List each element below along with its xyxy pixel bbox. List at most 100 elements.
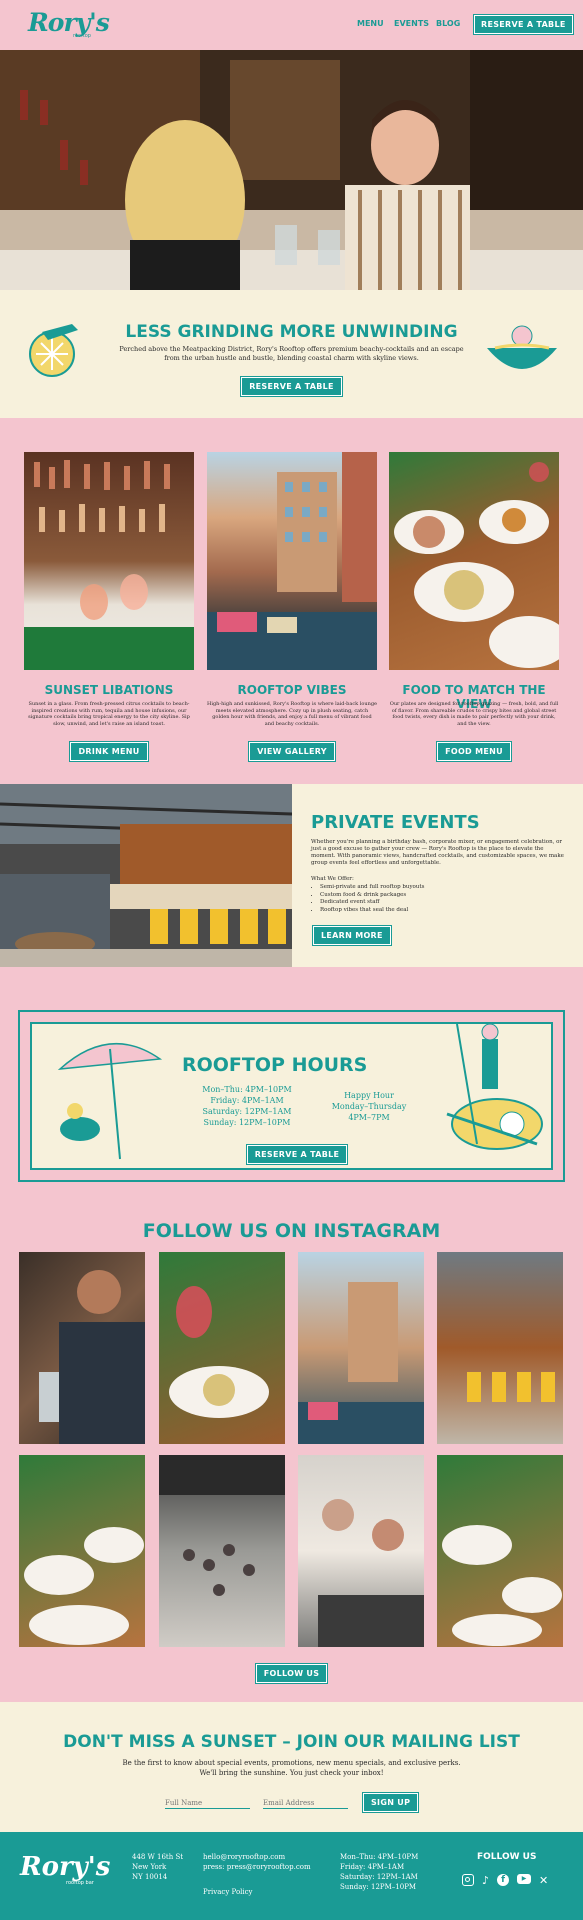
footer-logo[interactable]: Rory's <box>20 1852 110 1882</box>
hours-line: Mon–Thu: 4PM–10PM <box>340 1853 419 1861</box>
learn-more-button[interactable]: LEARN MORE <box>312 925 392 946</box>
nav-blog[interactable]: BLOG <box>436 19 460 28</box>
privacy-policy-link[interactable]: Privacy Policy <box>203 1887 253 1897</box>
instagram-post[interactable] <box>19 1252 145 1444</box>
crowd-photo <box>159 1455 285 1596</box>
nav-events[interactable]: EVENTS <box>394 19 429 28</box>
umbrella-illustration <box>57 1042 163 1160</box>
hours-title: ROOFTOP HOURS <box>182 1054 368 1076</box>
events-title: PRIVATE EVENTS <box>311 812 480 833</box>
bar-interior-photo <box>0 784 292 967</box>
bar-shelf-photo <box>24 460 194 670</box>
mailing-title: DON'T MISS A SUNSET – JOIN OUR MAILING L… <box>63 1732 520 1752</box>
hero-image <box>0 50 583 290</box>
instagram-post[interactable] <box>437 1455 563 1647</box>
paddleboard-illustration <box>446 1023 543 1150</box>
feature-title-libations: SUNSET LIBATIONS <box>44 683 174 697</box>
instagram-post[interactable] <box>159 1455 285 1647</box>
view-gallery-button[interactable]: VIEW GALLERY <box>248 741 336 762</box>
rooftop-hours-section: ROOFTOP HOURS Mon–Thu: 4PM–10PM Friday: … <box>18 1010 565 1182</box>
private-events-image <box>0 784 292 967</box>
press-email-link[interactable]: press: press@roryrooftop.com <box>203 1862 311 1872</box>
sign-up-button[interactable]: SIGN UP <box>361 1792 420 1813</box>
facebook-icon[interactable]: f <box>497 1874 510 1886</box>
mailing-list-section: DON'T MISS A SUNSET – JOIN OUR MAILING L… <box>0 1702 583 1832</box>
food-spread-photo <box>24 1527 144 1645</box>
hours-card: ROOFTOP HOURS Mon–Thu: 4PM–10PM Friday: … <box>30 1022 553 1170</box>
bartender-photo <box>39 1270 145 1444</box>
hours-line: Sunday: 12PM–10PM <box>203 1118 291 1127</box>
rooftop-photo <box>298 1282 424 1444</box>
nav-menu[interactable]: MENU <box>357 19 384 28</box>
instagram-post[interactable] <box>19 1455 145 1647</box>
cocktail-food-photo <box>169 1286 269 1418</box>
mailing-text-1: Be the first to know about special event… <box>122 1759 461 1767</box>
events-list: Semi-private and full rooftop buyouts Cu… <box>320 884 424 914</box>
hero-illustration <box>0 50 583 290</box>
instagram-post[interactable] <box>437 1252 563 1444</box>
email-link[interactable]: hello@roryrooftop.com <box>203 1852 311 1862</box>
full-name-field[interactable] <box>165 1797 250 1809</box>
instagram-title: FOLLOW US ON INSTAGRAM <box>142 1220 441 1242</box>
instagram-post[interactable] <box>298 1252 424 1444</box>
email-field[interactable] <box>263 1797 348 1809</box>
youtube-icon[interactable]: ▶ <box>517 1874 532 1884</box>
footer-logo-sub: rooftop bar <box>66 1880 94 1886</box>
hours-line: Saturday: 12PM–1AM <box>340 1873 418 1881</box>
hours-line: Saturday: 12PM–1AM <box>202 1107 292 1116</box>
hours-reserve-button[interactable]: RESERVE A TABLE <box>245 1144 349 1165</box>
instagram-icon[interactable] <box>462 1874 474 1886</box>
happy-hour-days: Monday–Thursday <box>331 1102 407 1111</box>
rooftop-vibes-image <box>207 452 377 670</box>
happy-hour: Happy Hour Monday–Thursday 4PM–7PM <box>319 1090 419 1123</box>
address-line: 448 W 16th St <box>132 1853 184 1861</box>
happy-hour-time: 4PM–7PM <box>348 1113 390 1122</box>
brand-logo[interactable]: Rory's <box>28 8 110 37</box>
private-events-section: PRIVATE EVENTS Whether you're planning a… <box>0 784 583 967</box>
address-line: NY 10014 <box>132 1873 168 1881</box>
rooftop-terrace-photo <box>207 452 377 670</box>
list-item: Rooftop vibes that seal the deal <box>320 907 424 915</box>
site-header: Rory's rooftop MENU EVENTS BLOG RESERVE … <box>0 0 583 50</box>
address-line: New York <box>132 1863 167 1871</box>
instagram-post[interactable] <box>298 1455 424 1647</box>
events-list-title: What We Offer: <box>311 876 354 882</box>
instagram-post[interactable] <box>159 1252 285 1444</box>
sunset-libations-image <box>24 452 194 670</box>
events-text: Whether you're planning a birthday bash,… <box>311 839 564 866</box>
intro-section: LESS GRINDING MORE UNWINDING Perched abo… <box>0 290 583 418</box>
hours-line: Mon–Thu: 4PM–10PM <box>202 1085 292 1094</box>
drink-menu-button[interactable]: DRINK MENU <box>69 741 149 762</box>
reserve-table-button[interactable]: RESERVE A TABLE <box>473 14 574 35</box>
hours-line: Friday: 4PM–1AM <box>210 1096 284 1105</box>
feature-text-libations: Sunset in a glass. From fresh-pressed ci… <box>28 701 190 727</box>
footer-hours: Mon–Thu: 4PM–10PM Friday: 4PM–1AM Saturd… <box>340 1852 418 1892</box>
list-item: Custom food & drink packages <box>320 892 424 900</box>
food-plates-photo <box>394 462 559 668</box>
food-menu-button[interactable]: FOOD MENU <box>436 741 512 762</box>
feature-text-vibes: High-high and sunkissed, Rory's Rooftop … <box>207 701 377 727</box>
follow-us-button[interactable]: FOLLOW US <box>254 1663 329 1684</box>
social-links: ♪ f ▶ ✕ <box>462 1874 548 1887</box>
list-item: Semi-private and full rooftop buyouts <box>320 884 424 892</box>
intro-reserve-button[interactable]: RESERVE A TABLE <box>240 376 343 397</box>
bar-interior-photo <box>467 1372 555 1402</box>
list-item: Dedicated event staff <box>320 899 424 907</box>
footer-contact: hello@roryrooftop.com press: press@roryr… <box>203 1852 311 1872</box>
bartenders-photo <box>318 1499 424 1647</box>
hours-line: Friday: 4PM–1AM <box>340 1863 405 1871</box>
food-image <box>389 452 559 670</box>
brand-logo-sub: rooftop <box>73 33 91 39</box>
feature-text-food: Our plates are designed for rooftop graz… <box>389 701 559 727</box>
bowl-illustration <box>487 325 557 369</box>
footer-address: 448 W 16th St New York NY 10014 <box>132 1852 183 1882</box>
intro-text: Perched above the Meatpacking District, … <box>119 345 464 362</box>
hours-line: Sunday: 12PM–10PM <box>340 1883 417 1891</box>
hours-list: Mon–Thu: 4PM–10PM Friday: 4PM–1AM Saturd… <box>182 1084 312 1128</box>
site-footer: Rory's rooftop bar 448 W 16th St New Yor… <box>0 1832 583 1920</box>
tiktok-icon[interactable]: ♪ <box>482 1874 489 1887</box>
x-icon[interactable]: ✕ <box>539 1874 548 1887</box>
mailing-text-2: We'll bring the sunshine. You just check… <box>199 1769 384 1777</box>
footer-follow-title: FOLLOW US <box>477 1852 537 1862</box>
happy-hour-title: Happy Hour <box>344 1091 394 1100</box>
